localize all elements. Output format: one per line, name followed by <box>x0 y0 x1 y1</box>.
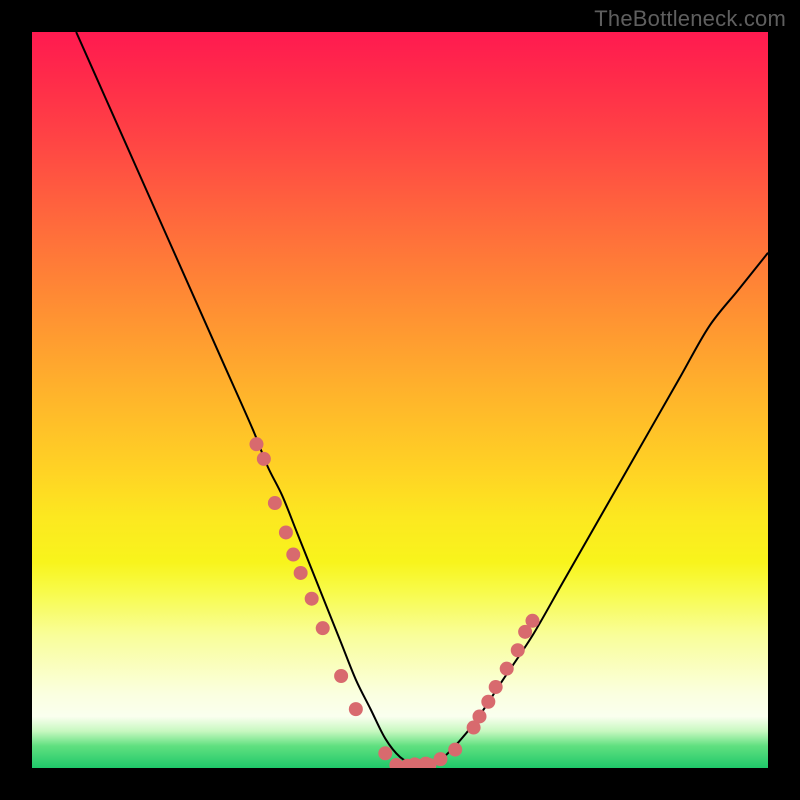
chart-frame: TheBottleneck.com <box>0 0 800 800</box>
data-dot <box>525 614 539 628</box>
data-dot <box>286 548 300 562</box>
plot-area <box>32 32 768 768</box>
chart-svg <box>32 32 768 768</box>
data-dot <box>334 669 348 683</box>
data-dot <box>378 746 392 760</box>
data-dot <box>349 702 363 716</box>
watermark-text: TheBottleneck.com <box>594 6 786 32</box>
data-dot <box>257 452 271 466</box>
data-dot <box>500 662 514 676</box>
data-dot <box>279 525 293 539</box>
data-dot <box>305 592 319 606</box>
data-dot <box>249 437 263 451</box>
data-dot <box>294 566 308 580</box>
data-dot <box>481 695 495 709</box>
data-dot <box>489 680 503 694</box>
data-dot <box>268 496 282 510</box>
bottleneck-curve <box>76 32 768 766</box>
data-dot <box>472 709 486 723</box>
data-dot <box>448 743 462 757</box>
data-dots <box>249 437 539 768</box>
data-dot <box>511 643 525 657</box>
data-dot <box>316 621 330 635</box>
